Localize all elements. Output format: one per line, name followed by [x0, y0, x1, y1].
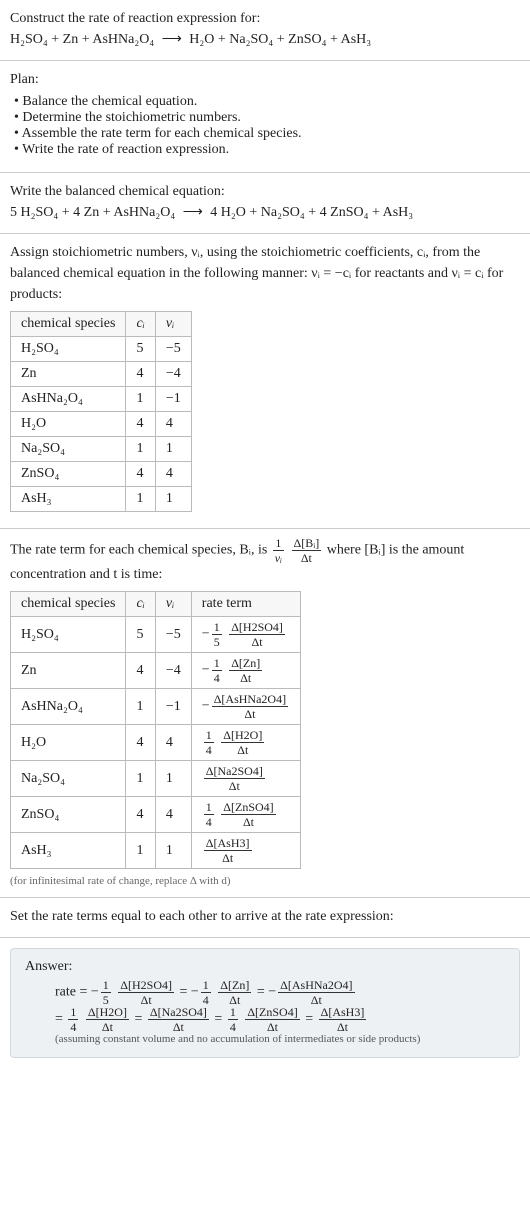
rate-term-cell: −14 Δ[Zn]Δt	[191, 653, 300, 689]
col-ci: cᵢ	[126, 592, 155, 617]
plan-section: Plan: Balance the chemical equation. Det…	[0, 61, 530, 173]
rate-line-2: = 14 Δ[H2O]Δt = Δ[Na2SO4]Δt = 14 Δ[ZnSO4…	[55, 1006, 505, 1033]
table-row: AsH₃11	[11, 487, 192, 512]
arrow-icon: ⟶	[158, 32, 186, 47]
eq-rhs: 4 H₂O + Na₂SO₄ + 4 ZnSO₄ + AsH₃	[210, 205, 413, 220]
col-rate-term: rate term	[191, 592, 300, 617]
rate-term-cell: 14 Δ[H2O]Δt	[191, 725, 300, 761]
table-row: ZnSO₄44	[11, 462, 192, 487]
table-row: ZnSO₄44 14 Δ[ZnSO4]Δt	[11, 797, 301, 833]
table-header-row: chemical species cᵢ νᵢ rate term	[11, 592, 301, 617]
rate-term-table: chemical species cᵢ νᵢ rate term H₂SO₄5−…	[10, 591, 301, 869]
table-row: H₂SO₄5−5	[11, 337, 192, 362]
rate-line-1: rate = −15 Δ[H2SO4]Δt = −14 Δ[Zn]Δt = −Δ…	[55, 979, 505, 1006]
col-species: chemical species	[11, 592, 126, 617]
table-row: AsHNa₂O₄1−1 −Δ[AsHNa2O4]Δt	[11, 689, 301, 725]
rate-term-cell: Δ[AsH3]Δt	[191, 833, 300, 869]
eq-lhs: H₂SO₄ + Zn + AsHNa₂O₄	[10, 32, 154, 47]
table-row: H₂SO₄5−5 −15 Δ[H2SO4]Δt	[11, 617, 301, 653]
rate-prefix: rate =	[55, 985, 91, 1000]
rate-expression: rate = −15 Δ[H2SO4]Δt = −14 Δ[Zn]Δt = −Δ…	[25, 979, 505, 1033]
table-row: Na₂SO₄11 Δ[Na2SO4]Δt	[11, 761, 301, 797]
table-row: AsHNa₂O₄1−1	[11, 387, 192, 412]
col-species: chemical species	[11, 312, 126, 337]
table-row: H₂O44	[11, 412, 192, 437]
table-row: Na₂SO₄11	[11, 437, 192, 462]
rate-term-cell: −Δ[AsHNa2O4]Δt	[191, 689, 300, 725]
plan-title: Plan:	[10, 69, 520, 90]
prompt-section: Construct the rate of reaction expressio…	[0, 0, 530, 61]
fraction: Δ[Bᵢ] Δt	[292, 537, 322, 564]
answer-label: Answer:	[25, 959, 505, 975]
stoich-table: chemical species cᵢ νᵢ H₂SO₄5−5 Zn4−4 As…	[10, 311, 192, 512]
conclusion-section: Set the rate terms equal to each other t…	[0, 898, 530, 938]
balanced-section: Write the balanced chemical equation: 5 …	[0, 173, 530, 234]
unbalanced-equation: H₂SO₄ + Zn + AsHNa₂O₄ ⟶ H₂O + Na₂SO₄ + Z…	[10, 29, 520, 50]
table-row: H₂O44 14 Δ[H2O]Δt	[11, 725, 301, 761]
table-row: Zn4−4	[11, 362, 192, 387]
eq-rhs: H₂O + Na₂SO₄ + ZnSO₄ + AsH₃	[189, 32, 371, 47]
rate-term-cell: 14 Δ[ZnSO4]Δt	[191, 797, 300, 833]
balanced-title: Write the balanced chemical equation:	[10, 181, 520, 202]
balanced-equation: 5 H₂SO₄ + 4 Zn + AsHNa₂O₄ ⟶ 4 H₂O + Na₂S…	[10, 202, 520, 223]
plan-item: Assemble the rate term for each chemical…	[14, 126, 520, 142]
col-ci: cᵢ	[126, 312, 155, 337]
table-row: Zn4−4 −14 Δ[Zn]Δt	[11, 653, 301, 689]
eq-lhs: 5 H₂SO₄ + 4 Zn + AsHNa₂O₄	[10, 205, 175, 220]
plan-item: Determine the stoichiometric numbers.	[14, 110, 520, 126]
answer-box: Answer: rate = −15 Δ[H2SO4]Δt = −14 Δ[Zn…	[10, 948, 520, 1058]
prompt-title: Construct the rate of reaction expressio…	[10, 8, 520, 29]
conclusion-title: Set the rate terms equal to each other t…	[10, 906, 520, 927]
arrow-icon: ⟶	[179, 205, 207, 220]
rate-term-cell: Δ[Na2SO4]Δt	[191, 761, 300, 797]
table-header-row: chemical species cᵢ νᵢ	[11, 312, 192, 337]
rate-term-para: The rate term for each chemical species,…	[10, 537, 520, 585]
col-vi: νᵢ	[155, 312, 191, 337]
table-row: AsH₃11 Δ[AsH3]Δt	[11, 833, 301, 869]
stoich-para: Assign stoichiometric numbers, νᵢ, using…	[10, 242, 520, 305]
answer-note: (assuming constant volume and no accumul…	[25, 1033, 505, 1045]
rate-term-cell: −15 Δ[H2SO4]Δt	[191, 617, 300, 653]
fraction: 1 νᵢ	[273, 537, 284, 564]
stoich-section: Assign stoichiometric numbers, νᵢ, using…	[0, 234, 530, 529]
col-vi: νᵢ	[155, 592, 191, 617]
rate-term-section: The rate term for each chemical species,…	[0, 529, 530, 898]
plan-list: Balance the chemical equation. Determine…	[10, 94, 520, 158]
plan-item: Balance the chemical equation.	[14, 94, 520, 110]
plan-item: Write the rate of reaction expression.	[14, 142, 520, 158]
table-note: (for infinitesimal rate of change, repla…	[10, 875, 520, 887]
